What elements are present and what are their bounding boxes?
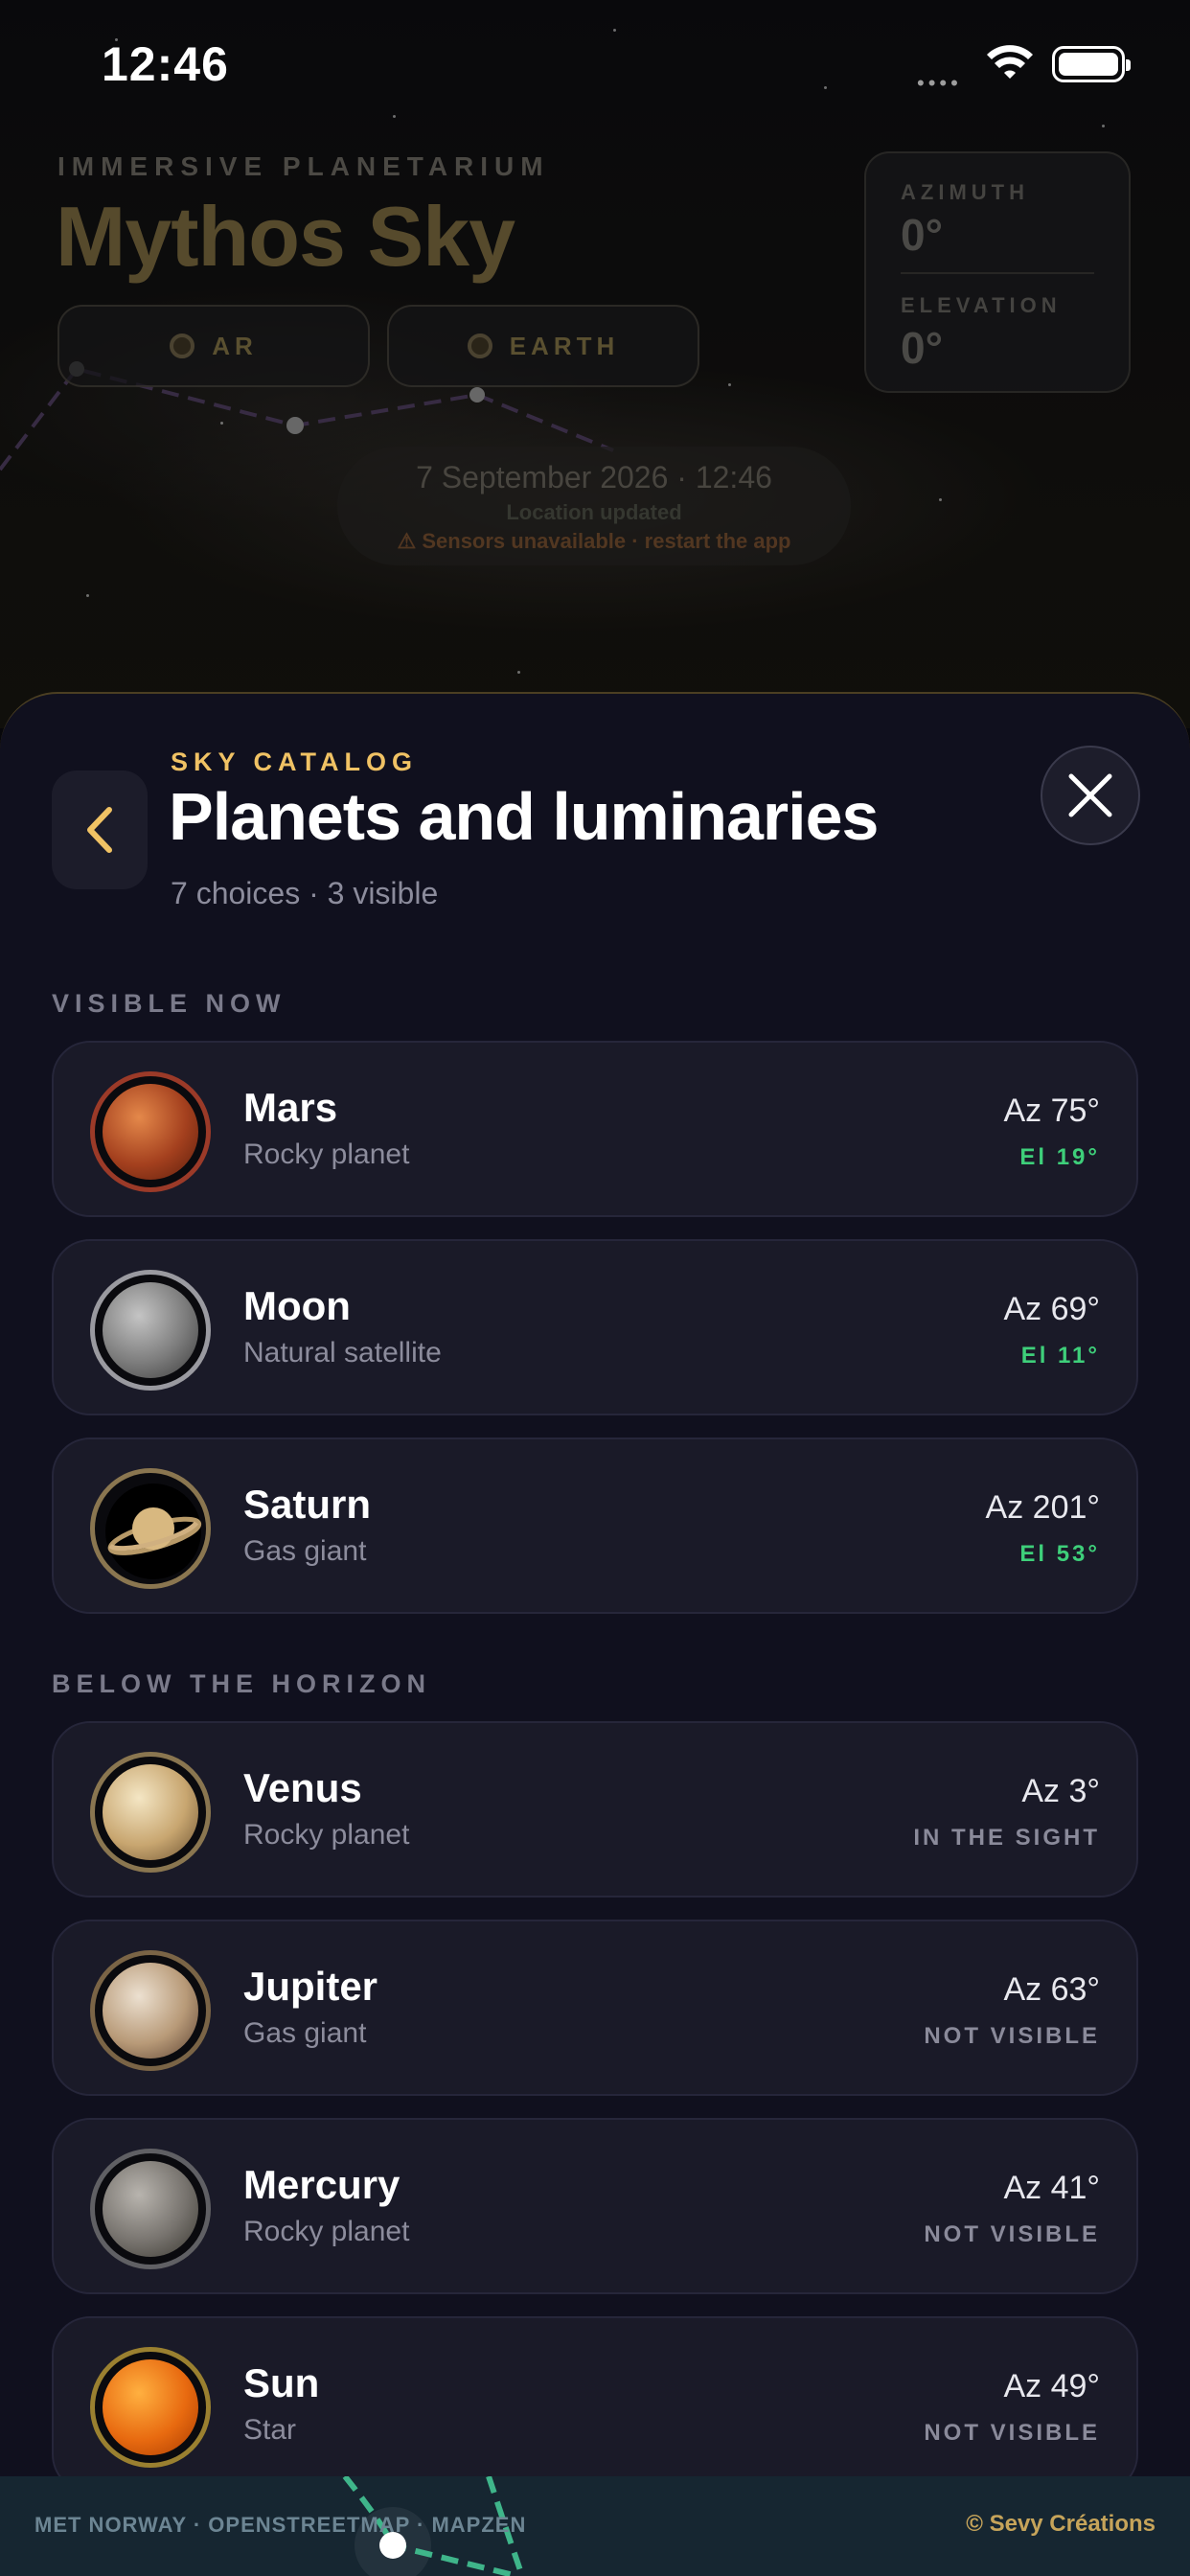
back-button[interactable] xyxy=(52,770,148,889)
sun-icon xyxy=(90,2347,211,2468)
body-kind: Gas giant xyxy=(243,2017,367,2049)
elevation-label: ELEVATION xyxy=(901,293,1062,317)
section-title-visible: VISIBLE NOW xyxy=(52,989,286,1018)
sky-catalog-sheet: SKY CATALOG Planets and luminaries 7 cho… xyxy=(0,692,1190,2576)
jupiter-icon xyxy=(90,1950,211,2071)
moon-icon xyxy=(90,1270,211,1391)
chevron-left-icon xyxy=(87,807,112,853)
earth-mode-label: EARTH xyxy=(509,331,620,360)
body-azimuth: Az 3° xyxy=(1021,1773,1100,1809)
body-kind: Rocky planet xyxy=(243,2216,410,2247)
body-elevation: El 11° xyxy=(1020,1343,1100,1368)
body-name: Mars xyxy=(243,1085,338,1130)
sheet-eyebrow: SKY CATALOG xyxy=(171,748,419,776)
map-credits[interactable]: MET NORWAY · OPENSTREETMAP · MAPZEN xyxy=(34,2513,526,2538)
body-azimuth: Az 201° xyxy=(985,1489,1100,1526)
body-elevation: El 19° xyxy=(1019,1144,1100,1170)
body-azimuth: Az 49° xyxy=(1003,2368,1100,2404)
venus-icon xyxy=(90,1752,211,1873)
battery-icon xyxy=(1052,46,1131,82)
body-azimuth: Az 69° xyxy=(1003,1291,1100,1327)
mercury-icon xyxy=(90,2149,211,2269)
saturn-icon xyxy=(90,1468,211,1589)
body-name: Venus xyxy=(243,1765,362,1810)
divider xyxy=(901,272,1094,274)
status-time: 12:46 xyxy=(102,37,229,91)
body-azimuth: Az 63° xyxy=(1003,1971,1100,2008)
azimuth-value: 0° xyxy=(901,210,943,260)
radio-icon xyxy=(467,334,492,358)
earth-mode-button[interactable]: EARTH xyxy=(387,305,699,387)
body-visibility: NOT VISIBLE xyxy=(924,2023,1100,2049)
catalog-row-sun[interactable]: Sun Star Az 49° NOT VISIBLE xyxy=(52,2316,1138,2493)
body-name: Sun xyxy=(243,2360,320,2405)
azimuth-label: AZIMUTH xyxy=(901,180,1029,204)
body-kind: Rocky planet xyxy=(243,1819,410,1851)
app-title: Mythos Sky xyxy=(56,189,515,284)
sheet-meta: 7 choices · 3 visible xyxy=(171,876,439,910)
date-status-pill: 7 September 2026 · 12:46 Location update… xyxy=(337,447,851,565)
body-elevation: El 53° xyxy=(1019,1541,1100,1567)
close-icon xyxy=(1068,773,1112,817)
sensor-warning: ⚠ Sensors unavailable · restart the app xyxy=(397,529,791,553)
catalog-row-venus[interactable]: Venus Rocky planet Az 3° IN THE SIGHT xyxy=(52,1721,1138,1898)
mars-icon xyxy=(90,1071,211,1192)
sheet-title: Planets and luminaries xyxy=(169,779,879,854)
section-title-below-horizon: BELOW THE HORIZON xyxy=(52,1669,431,1698)
body-kind: Rocky planet xyxy=(243,1138,410,1170)
body-visibility: NOT VISIBLE xyxy=(924,2221,1100,2247)
catalog-row-jupiter[interactable]: Jupiter Gas giant Az 63° NOT VISIBLE xyxy=(52,1920,1138,2096)
body-visibility: NOT VISIBLE xyxy=(924,2420,1100,2446)
map-footer[interactable]: MET NORWAY · OPENSTREETMAP · MAPZEN © Se… xyxy=(0,2476,1190,2576)
body-azimuth: Az 41° xyxy=(1003,2170,1100,2206)
body-name: Jupiter xyxy=(243,1964,378,2009)
location-status: Location updated xyxy=(506,500,682,524)
body-kind: Star xyxy=(243,2414,297,2446)
elevation-value: 0° xyxy=(901,323,943,373)
body-visibility: IN THE SIGHT xyxy=(913,1825,1100,1851)
body-kind: Gas giant xyxy=(243,1535,367,1567)
body-azimuth: Az 75° xyxy=(1003,1092,1100,1129)
body-kind: Natural satellite xyxy=(243,1337,442,1368)
signal-icon: •••• xyxy=(917,71,962,95)
body-name: Saturn xyxy=(243,1482,372,1527)
catalog-row-mars[interactable]: Mars Rocky planet Az 75° El 19° xyxy=(52,1041,1138,1217)
date-line: 7 September 2026 · 12:46 xyxy=(416,460,772,494)
brand-credit: © Sevy Créations xyxy=(966,2511,1156,2537)
catalog-row-saturn[interactable]: Saturn Gas giant Az 201° El 53° xyxy=(52,1438,1138,1614)
body-name: Moon xyxy=(243,1283,351,1328)
ar-mode-label: AR xyxy=(212,331,258,360)
ar-mode-button[interactable]: AR xyxy=(57,305,370,387)
radio-icon xyxy=(170,334,195,358)
body-name: Mercury xyxy=(243,2162,400,2207)
app-subtitle: IMMERSIVE PLANETARIUM xyxy=(57,151,550,181)
wifi-icon xyxy=(987,45,1033,79)
orientation-card: AZIMUTH 0° ELEVATION 0° xyxy=(864,151,1131,393)
catalog-row-mercury[interactable]: Mercury Rocky planet Az 41° NOT VISIBLE xyxy=(52,2118,1138,2294)
catalog-row-moon[interactable]: Moon Natural satellite Az 69° El 11° xyxy=(52,1239,1138,1415)
close-button[interactable] xyxy=(1041,746,1140,845)
